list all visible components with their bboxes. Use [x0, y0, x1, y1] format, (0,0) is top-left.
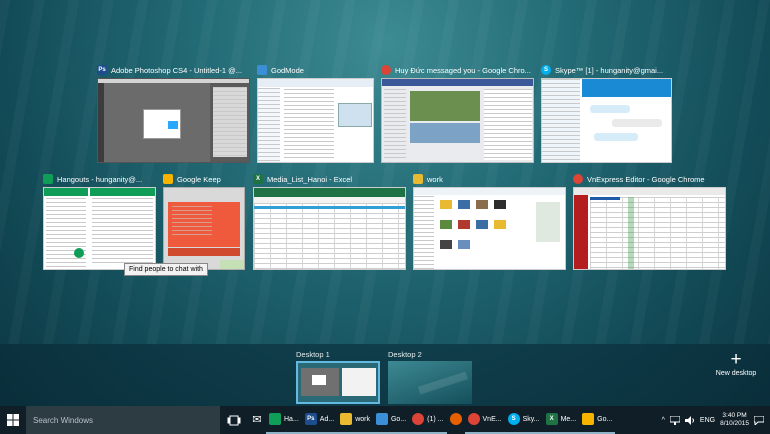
taskbar-app-photoshop[interactable]: Ps Ad... [301, 406, 338, 434]
window-hangouts[interactable]: Hangouts - hunganity@... [43, 172, 156, 270]
taskbar-app-firefox[interactable] [447, 406, 465, 434]
skype-icon: S [541, 65, 551, 75]
start-button[interactable] [0, 406, 26, 434]
window-title: Google Keep [177, 174, 221, 184]
chrome-icon [573, 174, 583, 184]
window-thumbnail [257, 78, 374, 163]
language-indicator[interactable]: ENG [700, 417, 715, 424]
task-view-button[interactable] [220, 406, 248, 434]
task-view-icon [227, 415, 241, 425]
window-excel[interactable]: X Media_List_Hanoi - Excel [253, 172, 406, 270]
clock-date: 8/10/2015 [720, 420, 749, 427]
taskbar-app-vnexpress[interactable]: VnE... [464, 406, 505, 434]
search-box[interactable]: Search Windows [26, 406, 220, 434]
window-thumbnail [541, 78, 672, 163]
folder-icon [413, 174, 423, 184]
folder-icon [257, 65, 267, 75]
system-tray: ^ ENG 3:40 PM 8/10/2015 [662, 412, 770, 428]
chevron-up-icon[interactable]: ^ [662, 417, 665, 424]
action-center-icon[interactable] [754, 415, 764, 425]
window-godmode[interactable]: GodMode [257, 63, 374, 163]
excel-icon: X [545, 413, 558, 425]
window-title: Huy Đức messaged you - Google Chro... [395, 65, 531, 75]
folder-icon [375, 413, 388, 425]
firefox-icon [449, 413, 462, 425]
keep-icon [163, 174, 173, 184]
virtual-desktops-bar: Desktop 1 Desktop 2 + New desktop [0, 344, 770, 406]
windows-logo-icon [7, 414, 19, 426]
mail-icon: ✉ [252, 413, 262, 426]
window-thumbnail [413, 187, 566, 270]
desktop-1-thumbnail[interactable] [296, 361, 380, 404]
taskbar-app-mail[interactable]: ✉ [248, 406, 266, 434]
window-thumbnail [97, 78, 250, 163]
new-desktop-button[interactable]: + New desktop [713, 349, 759, 378]
desktop-2-label: Desktop 2 [388, 350, 422, 359]
window-work-folder[interactable]: work [413, 172, 566, 270]
taskbar-app-hangouts[interactable]: Ha... [266, 406, 302, 434]
photoshop-icon: Ps [97, 65, 107, 75]
clock[interactable]: 3:40 PM 8/10/2015 [720, 412, 749, 428]
search-placeholder: Search Windows [33, 415, 94, 425]
skype-icon: S [507, 413, 520, 425]
tooltip: Find people to chat with [124, 263, 208, 276]
window-title: GodMode [271, 65, 304, 75]
window-title: work [427, 174, 443, 184]
taskbar-app-work-folder[interactable]: work [337, 406, 373, 434]
window-title: Media_List_Hanoi - Excel [267, 174, 353, 184]
window-title: Adobe Photoshop CS4 - Untitled-1 @... [111, 65, 243, 75]
window-title: Skype™ [1] - hunganity@gmai... [555, 65, 664, 75]
new-desktop-label: New desktop [715, 370, 757, 377]
window-thumbnail [163, 187, 245, 270]
volume-icon[interactable] [684, 415, 695, 425]
window-thumbnail [381, 78, 534, 163]
hangouts-icon [43, 174, 53, 184]
clock-time: 3:40 PM [722, 412, 747, 419]
chrome-icon [381, 65, 391, 75]
taskbar-app-skype[interactable]: S Sky... [504, 406, 543, 434]
window-thumbnail [43, 187, 156, 270]
chrome-icon [467, 413, 480, 425]
taskbar-app-google-keep[interactable]: Go... [579, 406, 616, 434]
network-icon[interactable] [669, 415, 680, 425]
desktop-2-thumbnail[interactable] [388, 361, 472, 404]
hangouts-icon [269, 413, 281, 425]
window-photoshop[interactable]: Ps Adobe Photoshop CS4 - Untitled-1 @... [97, 63, 250, 163]
window-vnexpress-chrome[interactable]: VnExpress Editor - Google Chrome [573, 172, 726, 270]
folder-icon [340, 413, 353, 425]
plus-icon: + [730, 349, 742, 370]
window-thumbnail [573, 187, 726, 270]
photoshop-icon: Ps [304, 413, 317, 425]
window-title: Hangouts - hunganity@... [57, 174, 143, 184]
window-thumbnail [253, 187, 406, 270]
desktop-1-label: Desktop 1 [296, 350, 330, 359]
chrome-icon [412, 413, 425, 425]
window-chrome-huy-duc[interactable]: Huy Đức messaged you - Google Chro... [381, 63, 534, 163]
window-title: VnExpress Editor - Google Chrome [587, 174, 705, 184]
keep-icon [582, 413, 595, 425]
taskbar-app-excel[interactable]: X Me... [542, 406, 580, 434]
taskbar-app-godmode[interactable]: Go... [372, 406, 410, 434]
window-google-keep[interactable]: Google Keep [163, 172, 245, 270]
taskbar-app-chrome[interactable]: (1) ... [409, 406, 447, 434]
window-skype[interactable]: S Skype™ [1] - hunganity@gmai... [541, 63, 672, 163]
taskbar: Search Windows ✉ Ha... Ps Ad... work Go..… [0, 406, 770, 434]
excel-icon: X [253, 174, 263, 184]
